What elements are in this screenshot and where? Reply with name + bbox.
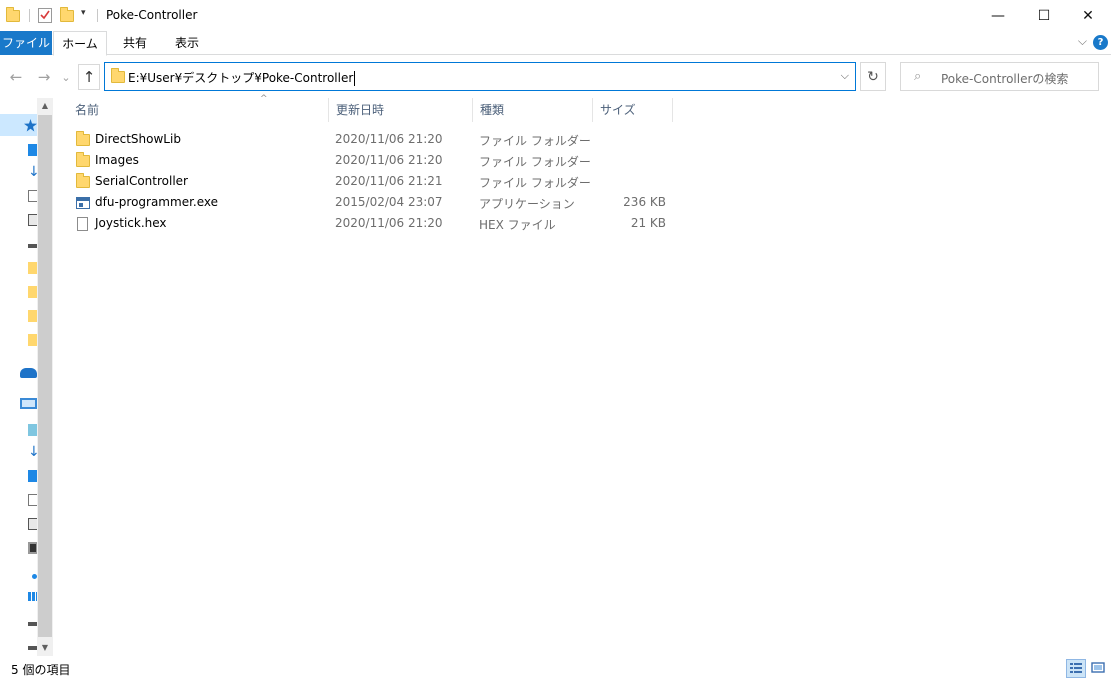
help-icon[interactable]: ? — [1093, 35, 1108, 50]
3d-objects-icon[interactable] — [28, 424, 37, 436]
desktop-icon[interactable] — [28, 144, 37, 156]
folder-icon — [76, 173, 90, 191]
apps-icon[interactable] — [28, 592, 37, 601]
file-type: ファイル フォルダー — [479, 176, 591, 190]
pictures-icon[interactable] — [28, 214, 37, 226]
file-name[interactable]: Joystick.hex — [95, 216, 167, 230]
quick-access-item[interactable] — [0, 114, 37, 136]
address-text: E:¥User¥デスクトップ¥Poke-Controller — [128, 71, 354, 85]
scroll-up-button[interactable]: ▲ — [37, 98, 53, 114]
pictures-icon[interactable] — [28, 518, 37, 530]
address-bar[interactable]: E:¥User¥デスクトップ¥Poke-Controller ⌵ — [104, 62, 856, 91]
table-row[interactable]: dfu-programmer.exe 2015/02/04 23:07 アプリケ… — [70, 192, 674, 213]
ribbon: ファイル ホーム 共有 表示 ⌵ ? — [0, 31, 1111, 56]
column-header-date[interactable]: 更新日時 — [329, 98, 473, 122]
properties-icon[interactable] — [38, 8, 52, 23]
status-bar: 5 個の項目 — [0, 656, 1111, 680]
forward-button[interactable]: → — [33, 66, 55, 88]
recent-locations-button[interactable]: ⌄ — [59, 66, 73, 88]
document-icon[interactable] — [28, 494, 37, 506]
video-icon[interactable] — [28, 542, 37, 554]
document-icon[interactable] — [28, 190, 37, 202]
table-row[interactable]: Images 2020/11/06 21:20 ファイル フォルダー — [70, 150, 674, 171]
file-type: HEX ファイル — [479, 218, 556, 232]
folder-icon — [76, 131, 90, 149]
address-input[interactable]: E:¥User¥デスクトップ¥Poke-Controller — [128, 69, 356, 86]
application-icon — [76, 197, 90, 212]
new-folder-icon[interactable] — [60, 7, 74, 25]
drive-icon[interactable] — [28, 646, 37, 650]
search-input[interactable]: Poke-Controllerの検索 — [941, 70, 1068, 87]
file-name[interactable]: DirectShowLib — [95, 132, 181, 146]
folder-icon[interactable] — [28, 310, 37, 322]
onedrive-icon[interactable] — [20, 368, 37, 378]
column-header-type[interactable]: 種類 — [473, 98, 593, 122]
search-icon: ⌕ — [914, 69, 922, 84]
download-icon[interactable]: ↓ — [28, 165, 37, 179]
column-header-name[interactable]: 名前 — [68, 98, 329, 122]
folder-icon — [76, 152, 90, 170]
file-name[interactable]: Images — [95, 153, 139, 167]
tab-home[interactable]: ホーム — [53, 31, 107, 56]
file-name[interactable]: dfu-programmer.exe — [95, 195, 218, 209]
divider — [29, 9, 30, 22]
navigation-pane[interactable]: ↓ ↓ — [0, 98, 37, 656]
item-count: 5 個の項目 — [11, 663, 71, 677]
folder-icon[interactable] — [28, 286, 37, 298]
large-icons-view-button[interactable] — [1089, 659, 1109, 678]
file-type: ファイル フォルダー — [479, 155, 591, 169]
table-row[interactable]: SerialController 2020/11/06 21:21 ファイル フ… — [70, 171, 674, 192]
refresh-button[interactable]: ↻ — [860, 62, 886, 91]
drive-icon[interactable] — [28, 622, 37, 626]
maximize-button[interactable]: ☐ — [1021, 0, 1067, 31]
up-button[interactable]: ↑ — [78, 64, 100, 90]
title-bar: ▾ Poke-Controller — ☐ ✕ — [0, 0, 1111, 31]
tab-view[interactable]: 表示 — [164, 31, 210, 55]
download-icon[interactable]: ↓ — [28, 445, 37, 459]
drive-icon[interactable] — [28, 244, 37, 248]
pin-star-icon — [24, 119, 37, 132]
file-size: 21 KB — [630, 216, 666, 230]
file-date: 2020/11/06 21:20 — [335, 132, 443, 146]
column-header-size[interactable]: サイズ — [593, 98, 673, 122]
file-date: 2015/02/04 23:07 — [335, 195, 443, 209]
table-row[interactable]: DirectShowLib 2020/11/06 21:20 ファイル フォルダ… — [70, 129, 674, 150]
file-date: 2020/11/06 21:21 — [335, 174, 443, 188]
file-date: 2020/11/06 21:20 — [335, 216, 443, 230]
desktop-icon[interactable] — [28, 470, 37, 482]
document-icon — [76, 217, 88, 235]
file-size: 236 KB — [623, 195, 666, 209]
file-date: 2020/11/06 21:20 — [335, 153, 443, 167]
minimize-button[interactable]: — — [975, 0, 1021, 31]
search-box[interactable]: ⌕ Poke-Controllerの検索 — [900, 62, 1099, 91]
navigation-scrollbar[interactable]: ▲ ▼ — [37, 98, 53, 656]
window-title: Poke-Controller — [106, 8, 198, 22]
table-row[interactable]: Joystick.hex 2020/11/06 21:20 HEX ファイル 2… — [70, 213, 674, 234]
folder-icon — [111, 68, 125, 86]
details-view-icon — [1070, 663, 1082, 673]
navigation-bar: ← → ⌄ ↑ E:¥User¥デスクトップ¥Poke-Controller ⌵… — [0, 56, 1111, 98]
scroll-down-button[interactable]: ▼ — [37, 640, 53, 656]
column-header-bar: ^ 名前 更新日時 種類 サイズ — [68, 94, 674, 122]
large-icons-view-icon — [1091, 662, 1105, 673]
tab-file[interactable]: ファイル — [0, 31, 52, 55]
customize-quick-access-icon[interactable]: ▾ — [81, 8, 86, 26]
pc-icon[interactable] — [20, 398, 37, 409]
back-button[interactable]: ← — [5, 66, 27, 88]
address-dropdown-icon[interactable]: ⌵ — [841, 69, 849, 83]
details-view-button[interactable] — [1066, 659, 1086, 678]
text-caret — [354, 71, 356, 86]
close-button[interactable]: ✕ — [1065, 0, 1111, 31]
scrollbar-thumb[interactable] — [38, 115, 52, 637]
divider — [97, 9, 98, 22]
folder-icon[interactable] — [28, 262, 37, 274]
file-name[interactable]: SerialController — [95, 174, 188, 188]
folder-icon[interactable] — [28, 334, 37, 346]
expand-ribbon-icon[interactable]: ⌵ — [1078, 34, 1087, 49]
file-type: アプリケーション — [479, 197, 575, 211]
file-type: ファイル フォルダー — [479, 134, 591, 148]
tab-share[interactable]: 共有 — [112, 31, 158, 55]
folder-icon — [6, 7, 20, 25]
